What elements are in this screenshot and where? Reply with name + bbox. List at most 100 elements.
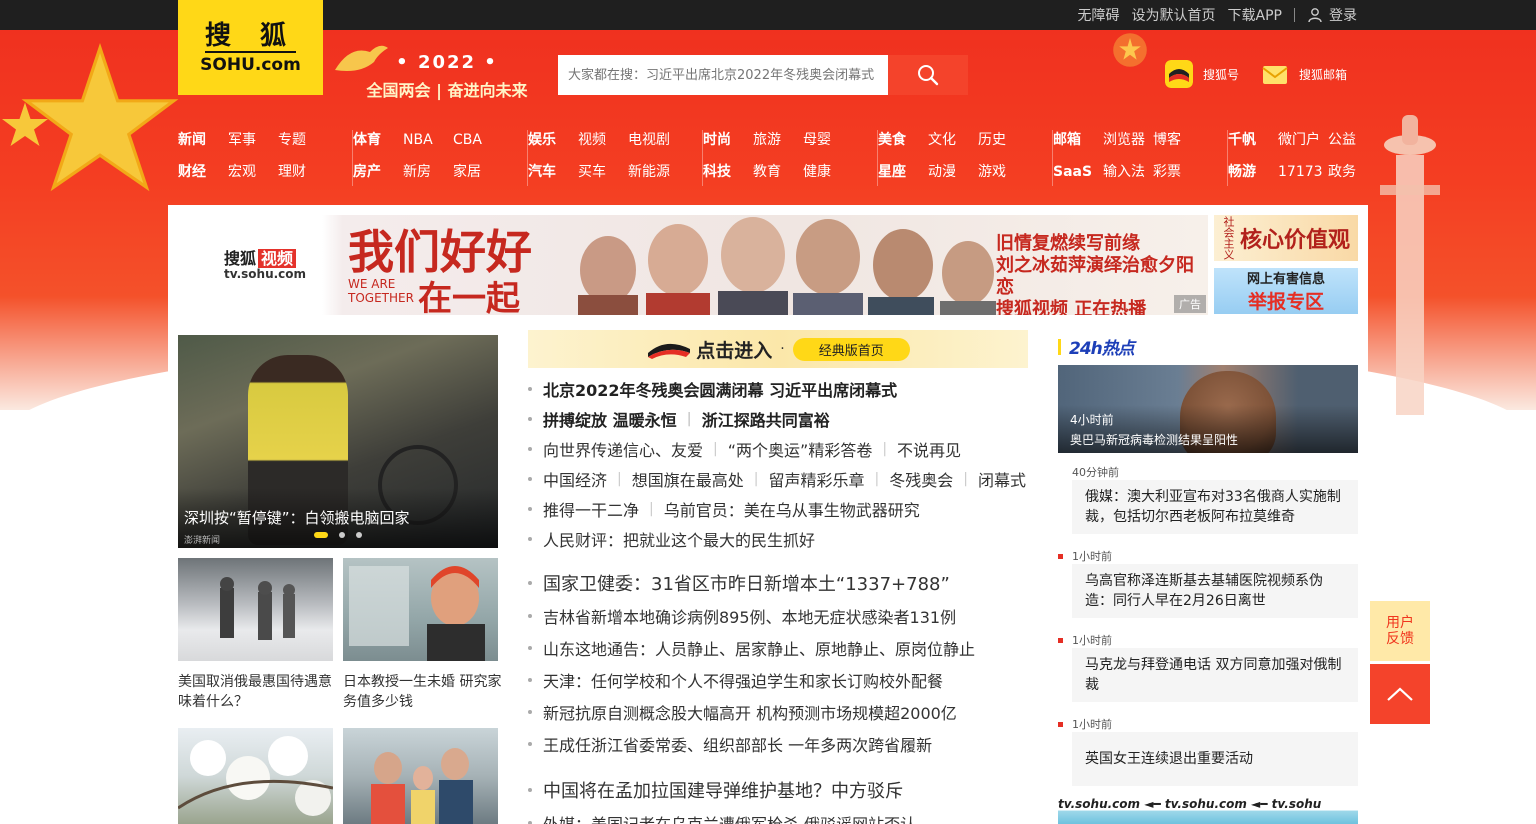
nav-item-auto[interactable]: 汽车 [528,162,578,186]
news-link[interactable]: 乌前官员：美在乌从事生物武器研究 [664,497,920,521]
news-link[interactable]: 想国旗在最高处 [632,467,744,491]
nav-item-tvseries[interactable]: 电视剧 [628,130,678,154]
news-link[interactable]: “两个奥运”精彩答卷 [728,437,873,461]
nav-item-baby[interactable]: 母婴 [803,130,853,154]
news-carousel[interactable]: 深圳按“暂停键”：白领搬电脑回家 澎湃新闻 [178,335,498,548]
search-input[interactable] [558,55,888,95]
nav-item-video[interactable]: 视频 [578,130,628,154]
news-link[interactable]: 外媒：美国记者在乌克兰遭俄军枪杀 俄驳谣网站否认 [543,811,916,824]
nav-item-fashion[interactable]: 时尚 [703,130,753,154]
nav-item-games[interactable]: 游戏 [978,162,1028,186]
nav-item-government[interactable]: 政务 [1328,162,1378,186]
nav-item-newhouse[interactable]: 新房 [403,162,453,186]
news-link[interactable]: 闭幕式 [978,467,1026,491]
login-link[interactable]: 登录 [1329,5,1357,25]
nav-item-lottery[interactable]: 彩票 [1153,162,1203,186]
download-app-link[interactable]: 下载APP [1228,5,1282,25]
nav-item-changyou[interactable]: 畅游 [1228,162,1278,186]
tv-sohu-ad-strip[interactable]: tv.sohu.com ◄━ tv.sohu.com ◄━ tv.sohu [1058,797,1358,824]
carousel-title[interactable]: 深圳按“暂停键”：白领搬电脑回家 [184,507,410,528]
accessibility-link[interactable]: 无障碍 [1078,5,1120,25]
lianghui-banner[interactable]: • 2022 • 全国两会 | 奋进向未来 [362,52,532,101]
hot-item[interactable]: 乌高官称泽连斯基去基辅医院视频系伪造：同行人早在2月26日离世 [1072,564,1358,618]
carousel-dot-3[interactable] [356,532,362,538]
nav-item-charity[interactable]: 公益 [1328,130,1378,154]
nav-item-blog[interactable]: 博客 [1153,130,1203,154]
news-link[interactable]: 中国经济 [543,467,607,491]
nav-item-finance[interactable]: 财经 [178,162,228,186]
nav-item-input-method[interactable]: 输入法 [1103,162,1153,186]
nav-item-food[interactable]: 美食 [878,130,928,154]
classic-version-banner[interactable]: 点击进入 · 经典版首页 [528,330,1028,368]
news-link[interactable]: 天津：任何学校和个人不得强迫学生和家长订购校外配餐 [543,668,943,692]
news-link[interactable]: 王成任浙江省委常委、组织部部长 一年多两次跨省履新 [543,732,932,756]
hot-item[interactable]: 英国女王连续退出重要活动 [1072,732,1358,786]
thumb-image-family[interactable] [343,728,498,824]
nav-item-saas[interactable]: SaaS [1053,162,1103,186]
nav-item-news[interactable]: 新闻 [178,130,228,154]
sohuhao-link[interactable]: 搜狐号 [1165,60,1239,88]
sohu-mail-link[interactable]: 搜狐邮箱 [1261,60,1347,88]
nav-item-microportal[interactable]: 微门户 [1278,130,1328,154]
nav-item-browser[interactable]: 浏览器 [1103,130,1153,154]
news-link[interactable]: 浙江探路共同富裕 [702,407,830,431]
user-feedback-button[interactable]: 用户 反馈 [1370,601,1430,661]
nav-item-horoscope[interactable]: 星座 [878,162,928,186]
nav-item-health[interactable]: 健康 [803,162,853,186]
nav-item-history[interactable]: 历史 [978,130,1028,154]
hot-item[interactable]: 俄媒：澳大利亚宣布对33名俄商人实施制裁，包括切尔西老板阿布拉莫维奇 [1072,480,1358,534]
nav-item-wealth[interactable]: 理财 [278,162,328,186]
nav-item-anime[interactable]: 动漫 [928,162,978,186]
nav-item-sports[interactable]: 体育 [353,130,403,154]
nav-item-culture[interactable]: 文化 [928,130,978,154]
set-homepage-link[interactable]: 设为默认首页 [1132,5,1216,25]
news-link[interactable]: 北京2022年冬残奥会圆满闭幕 习近平出席闭幕式 [543,377,897,401]
nav-item-entertainment[interactable]: 娱乐 [528,130,578,154]
nav-item-buycar[interactable]: 买车 [578,162,628,186]
nav-item-macro[interactable]: 宏观 [228,162,278,186]
nav-item-cba[interactable]: CBA [453,130,503,154]
carousel-dot-2[interactable] [339,532,345,538]
nav-item-military[interactable]: 军事 [228,130,278,154]
carousel-dot-1[interactable] [314,532,328,538]
nav-item-tech[interactable]: 科技 [703,162,753,186]
nav-item-home[interactable]: 家居 [453,162,503,186]
news-link[interactable]: 冬残奥会 [889,467,953,491]
news-link[interactable]: 向世界传递信心、友爱 [543,437,703,461]
nav-item-newenergy[interactable]: 新能源 [628,162,678,186]
news-link[interactable]: 人民财评：把就业这个最大的民生抓好 [543,527,815,551]
hot-top-story[interactable]: 4小时前 奥巴马新冠病毒检测结果呈阳性 [1058,365,1358,453]
thumb-image-snow[interactable] [178,558,333,661]
hot-item[interactable]: 马克龙与拜登通电话 双方同意加强对俄制裁 [1072,648,1358,702]
news-link[interactable]: 吉林省新增本地确诊病例895例、本地无症状感染者131例 [543,604,956,628]
thumb-image-blossom[interactable] [178,728,333,824]
user-icon[interactable] [1307,7,1323,23]
news-link[interactable]: 推得一干二净 [543,497,639,521]
back-to-top-button[interactable] [1370,664,1430,724]
nav-item-education[interactable]: 教育 [753,162,803,186]
news-link[interactable]: 拼搏绽放 温暖永恒 [543,407,677,431]
thumb-caption-1[interactable]: 美国取消俄最惠国待遇意味着什么？ [178,672,338,712]
hot-top-title[interactable]: 奥巴马新冠病毒检测结果呈阳性 [1070,431,1238,448]
nav-item-realestate[interactable]: 房产 [353,162,403,186]
thumb-image-professor[interactable] [343,558,498,661]
nav-item-nba[interactable]: NBA [403,130,453,154]
news-link[interactable]: 新冠抗原自测概念股大幅高开 机构预测市场规模超2000亿 [543,700,957,724]
search-button[interactable] [888,55,968,95]
news-link[interactable]: 留声精彩乐章 [768,467,864,491]
nav-item-mail[interactable]: 邮箱 [1053,130,1103,154]
news-link[interactable]: 中国将在孟加拉国建导弹维护基地？中方驳斥 [543,777,903,803]
thumb-caption-2[interactable]: 日本教授一生未婚 研究家务值多少钱 [343,672,503,712]
news-link[interactable]: 不说再见 [897,437,961,461]
sohu-logo[interactable]: 搜 狐 SOHU.com [178,0,323,95]
nav-item-topics[interactable]: 专题 [278,130,328,154]
nav-item-travel[interactable]: 旅游 [753,130,803,154]
news-link[interactable]: 山东这地通告：人员静止、居家静止、原地静止、原岗位静止 [543,636,975,660]
video-ad-banner[interactable]: 搜狐 视频 tv.sohu.com 我们好好 WE ARE TOGETHER 在一起… [178,215,1208,315]
nav-item-17173[interactable]: 17173 [1278,162,1328,186]
core-values-banner[interactable]: 社会主义 核心价值观 [1214,215,1358,261]
news-link[interactable]: 国家卫健委：31省区市昨日新增本土“1337+788” [543,570,950,596]
nav-item-qianfan[interactable]: 千帆 [1228,130,1278,154]
report-banner[interactable]: 网上有害信息 举报专区 [1214,268,1358,314]
classic-homepage-button[interactable]: 经典版首页 [792,337,910,361]
